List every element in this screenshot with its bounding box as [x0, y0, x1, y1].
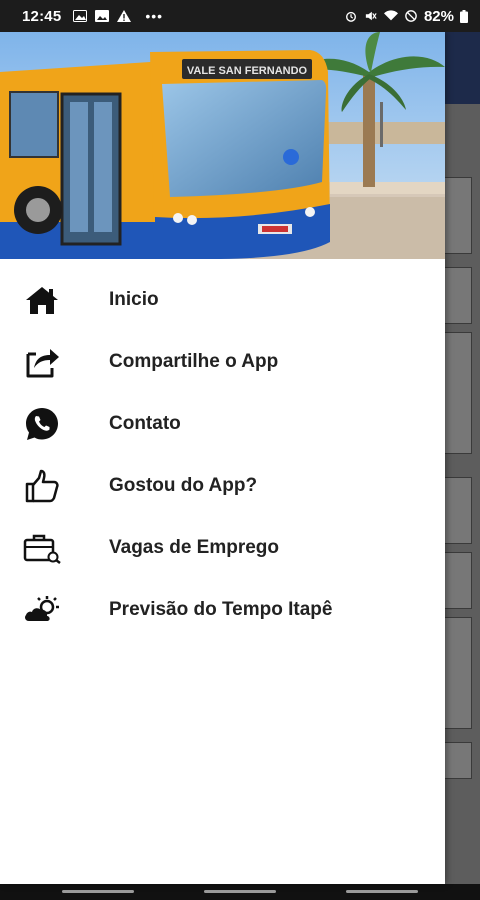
menu-item-gostou[interactable]: Gostou do App? — [0, 455, 445, 517]
thumbs-up-icon — [22, 466, 62, 506]
notification-icons: ••• — [73, 8, 163, 24]
menu-item-label: Inicio — [109, 289, 159, 310]
navigation-bar — [0, 884, 480, 900]
menu-item-contato[interactable]: Contato — [0, 393, 445, 455]
menu-item-previsao[interactable]: Previsão do Tempo Itapê — [0, 579, 445, 641]
bus-photo: VALE SAN FERNANDO — [0, 32, 445, 259]
status-time: 12:45 — [22, 7, 62, 25]
alarm-icon — [345, 11, 356, 22]
drawer-header-image: VALE SAN FERNANDO — [0, 32, 445, 259]
share-icon — [22, 342, 62, 382]
battery-icon — [460, 9, 468, 23]
menu-item-label: Compartilhe o App — [109, 351, 279, 372]
mute-icon — [365, 11, 377, 21]
menu-item-label: Gostou do App? — [109, 475, 258, 496]
briefcase-icon — [22, 528, 62, 568]
image-icon — [73, 10, 88, 22]
whatsapp-icon — [22, 404, 62, 444]
status-bar: 12:45 ••• 82% — [0, 0, 480, 32]
warning-icon — [117, 10, 132, 22]
menu-item-label: Vagas de Emprego — [109, 537, 280, 558]
gallery-icon — [95, 10, 110, 22]
weather-icon — [22, 590, 62, 630]
menu-item-label: Contato — [109, 413, 181, 434]
wifi-icon — [383, 10, 398, 21]
home-icon — [22, 280, 62, 320]
menu-item-vagas[interactable]: Vagas de Emprego — [0, 517, 445, 579]
system-icons: 82% — [344, 8, 468, 25]
battery-percent: 82% — [423, 7, 454, 25]
menu-item-label: Previsão do Tempo Itapê — [109, 599, 333, 620]
navigation-drawer: VALE SAN FERNANDO Inicio Compartilhe o A… — [0, 32, 445, 884]
dnd-icon — [405, 10, 417, 22]
drawer-menu: Inicio Compartilhe o App Contato Gostou … — [0, 259, 445, 641]
more-dots-icon: ••• — [145, 8, 164, 24]
menu-item-inicio[interactable]: Inicio — [0, 269, 445, 331]
destination-sign-text: VALE SAN FERNANDO — [187, 65, 308, 77]
menu-item-compartilhe[interactable]: Compartilhe o App — [0, 331, 445, 393]
